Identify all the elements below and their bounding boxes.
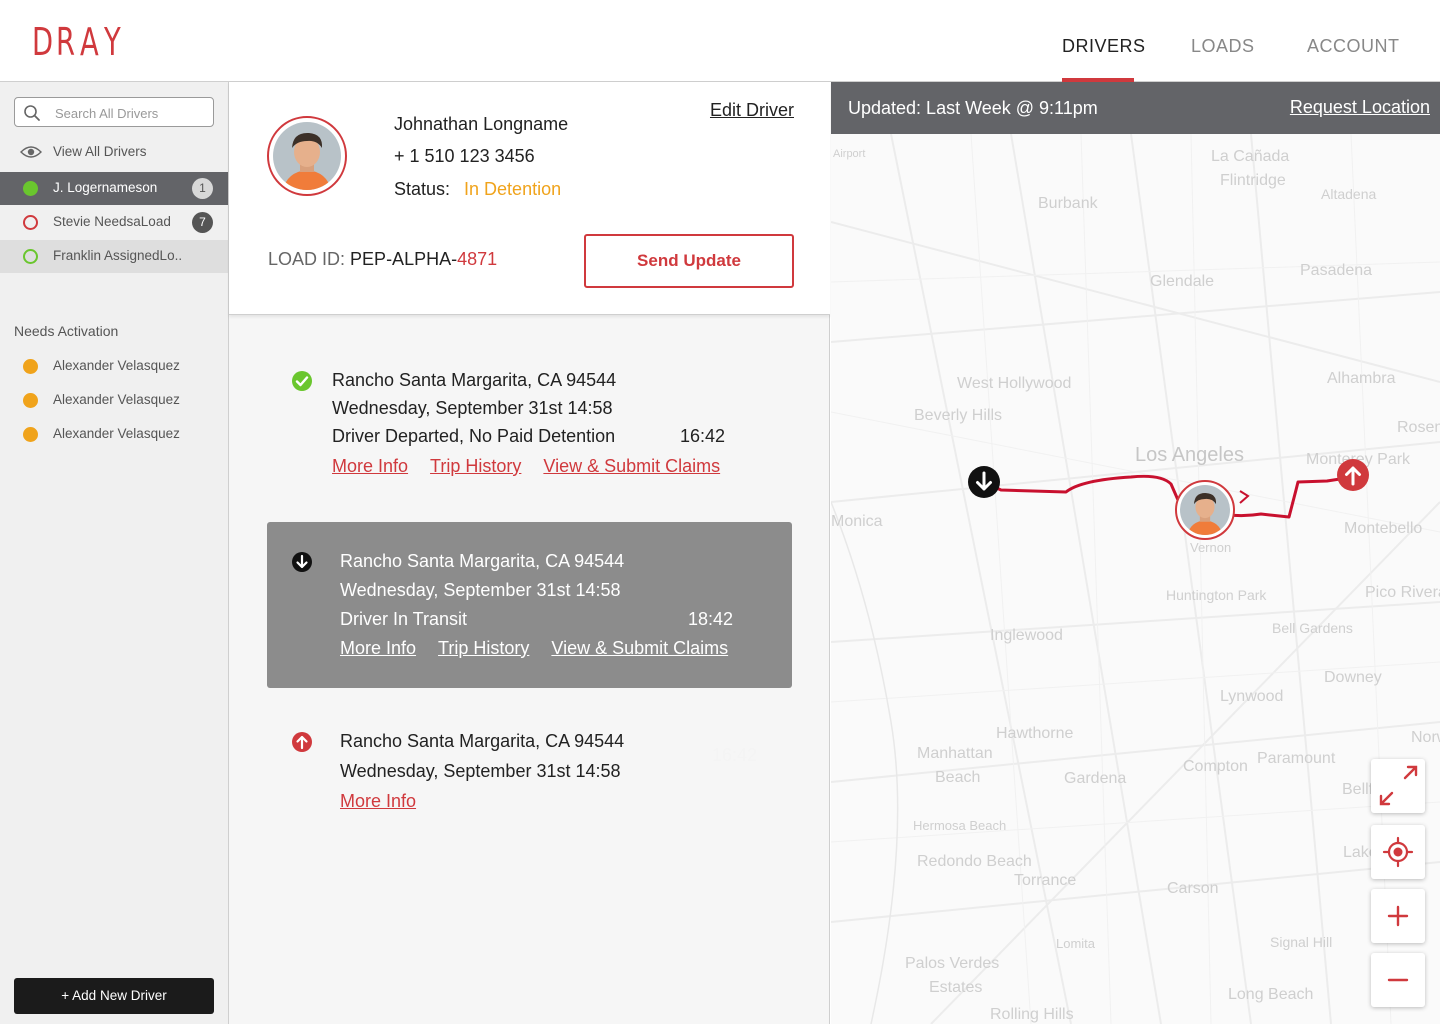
- timeline-item: Rancho Santa Margarita, CA 94544 Wednesd…: [332, 368, 752, 488]
- driver-photo: [1180, 485, 1230, 535]
- search-icon: [24, 105, 40, 121]
- inactive-driver-item[interactable]: Alexander Velasquez: [0, 384, 228, 417]
- dropoff-marker-icon[interactable]: [1336, 458, 1370, 492]
- dray-logo[interactable]: D R A Y: [32, 22, 123, 62]
- more-info-link[interactable]: More Info: [340, 791, 416, 811]
- notification-badge: 1: [192, 178, 213, 199]
- stop-status: Driver In Transit: [340, 609, 468, 629]
- top-header: D R A Y DRIVERS LOADS ACCOUNT: [0, 0, 1440, 82]
- stop-date: Wednesday, September 31st 14:58: [340, 580, 621, 600]
- status-dot: [23, 427, 38, 442]
- stop-date: Wednesday, September 31st 14:58: [340, 761, 621, 781]
- status-dot: [23, 393, 38, 408]
- arrow-down-circle-icon: [292, 552, 312, 572]
- minus-icon: [1387, 978, 1409, 982]
- pickup-marker-icon[interactable]: [967, 465, 1001, 499]
- route-map[interactable]: Airport La Cañada Flintridge Altadena Bu…: [831, 82, 1440, 1024]
- view-submit-claims-link[interactable]: View & Submit Claims: [543, 456, 720, 476]
- stop-address: Rancho Santa Margarita, CA 94544: [340, 551, 625, 571]
- view-submit-claims-link[interactable]: View & Submit Claims: [551, 638, 728, 658]
- stop-date: Wednesday, September 31st 14:58: [332, 398, 613, 418]
- sidebar-driver-item[interactable]: Franklin AssignedLo..: [0, 240, 228, 273]
- arrow-up-circle-icon: [292, 732, 312, 752]
- sidebar-driver-item[interactable]: Stevie NeedsaLoad 7: [0, 206, 228, 239]
- driver-name: Alexander Velasquez: [53, 358, 180, 373]
- status-dot: [23, 215, 38, 230]
- timeline-item: Rancho Santa Margarita, CA 94544 Wednesd…: [340, 549, 760, 669]
- driver-status: Status: In Detention: [394, 179, 561, 200]
- logo-letter: R: [56, 20, 77, 64]
- request-location-link[interactable]: Request Location: [1290, 97, 1430, 118]
- notification-badge: 7: [192, 212, 213, 233]
- inactive-driver-item[interactable]: Alexander Velasquez: [0, 350, 228, 383]
- driver-name: Alexander Velasquez: [53, 426, 180, 441]
- status-dot: [23, 249, 38, 264]
- search-input[interactable]: [55, 103, 205, 123]
- zoom-out-button[interactable]: [1371, 953, 1425, 1007]
- load-id-prefix: PEP-ALPHA-: [350, 249, 458, 269]
- zoom-in-button[interactable]: [1371, 889, 1425, 943]
- more-info-link[interactable]: More Info: [340, 638, 416, 658]
- driver-detail-panel: Johnathan Longname + 1 510 123 3456 Stat…: [229, 82, 830, 1024]
- logo-letter: Y: [104, 20, 123, 64]
- map-status-bar: Updated: Last Week @ 9:11pm Request Loca…: [831, 82, 1440, 134]
- stop-status: Driver Departed, No Paid Detention: [332, 426, 616, 446]
- stop-address: Rancho Santa Margarita, CA 94544: [340, 731, 625, 751]
- locate-icon: [1382, 836, 1414, 868]
- send-update-button[interactable]: Send Update: [584, 234, 794, 288]
- more-info-link[interactable]: More Info: [332, 456, 408, 476]
- stop-time: 16:42: [680, 426, 726, 446]
- sidebar-driver-item[interactable]: J. Logernameson 1: [0, 172, 228, 205]
- last-updated: Updated: Last Week @ 9:11pm: [848, 98, 1098, 118]
- stop-links: More Info Trip History View & Submit Claim…: [340, 638, 750, 659]
- stop-time: 18:42: [688, 609, 734, 629]
- edit-driver-link[interactable]: Edit Driver: [710, 100, 794, 121]
- logo-letter: D: [32, 20, 55, 64]
- direction-chevron-icon: [1239, 490, 1250, 504]
- nav-account[interactable]: ACCOUNT: [1307, 0, 1399, 82]
- stop-address: Rancho Santa Margarita, CA 94544: [332, 370, 617, 390]
- fullscreen-button[interactable]: [1371, 759, 1425, 813]
- driver-phone: + 1 510 123 3456: [394, 146, 535, 166]
- driver-card: Johnathan Longname + 1 510 123 3456 Stat…: [229, 82, 830, 315]
- check-circle-icon: [292, 371, 312, 391]
- stop-links: More Info: [340, 791, 438, 812]
- trip-history-link[interactable]: Trip History: [438, 638, 529, 658]
- status-dot: [23, 181, 38, 196]
- driver-name: Johnathan Longname: [394, 114, 569, 134]
- stop-links: More Info Trip History View & Submit Claim…: [332, 456, 742, 477]
- needs-activation-title: Needs Activation: [14, 323, 119, 339]
- status-value: In Detention: [464, 179, 562, 199]
- driver-sidebar: View All Drivers J. Logernameson 1 Stevi…: [0, 82, 229, 1024]
- add-new-driver-button[interactable]: + Add New Driver: [14, 978, 214, 1014]
- trip-history-link[interactable]: Trip History: [430, 456, 521, 476]
- nav-loads[interactable]: LOADS: [1191, 0, 1254, 82]
- load-id-label: LOAD ID:: [268, 249, 346, 269]
- status-dot: [23, 359, 38, 374]
- driver-name: Franklin AssignedLo..: [53, 248, 183, 263]
- status-label: Status:: [394, 179, 451, 199]
- load-id: LOAD ID: PEP-ALPHA-4871: [268, 249, 497, 270]
- stop-time: 16:42: [712, 745, 758, 765]
- driver-photo: [273, 122, 341, 190]
- nav-drivers[interactable]: DRIVERS: [1062, 0, 1145, 82]
- load-id-number: 4871: [457, 249, 498, 269]
- inactive-driver-item[interactable]: Alexander Velasquez: [0, 418, 228, 451]
- driver-name: Stevie NeedsaLoad: [53, 214, 171, 229]
- eye-icon: [20, 146, 42, 158]
- driver-search[interactable]: [14, 97, 214, 127]
- driver-avatar: [267, 116, 347, 196]
- expand-icon: [1379, 765, 1418, 806]
- timeline-item: Rancho Santa Margarita, CA 94544 Wednesd…: [340, 729, 760, 829]
- my-location-button[interactable]: [1371, 825, 1425, 879]
- driver-name: J. Logernameson: [53, 180, 158, 195]
- view-all-drivers[interactable]: View All Drivers: [0, 136, 228, 169]
- route-line: [982, 474, 1355, 519]
- plus-icon: [1387, 905, 1409, 927]
- view-all-label: View All Drivers: [53, 144, 147, 159]
- driver-location-marker[interactable]: [1175, 480, 1235, 540]
- logo-letter: A: [80, 20, 101, 64]
- driver-name: Alexander Velasquez: [53, 392, 180, 407]
